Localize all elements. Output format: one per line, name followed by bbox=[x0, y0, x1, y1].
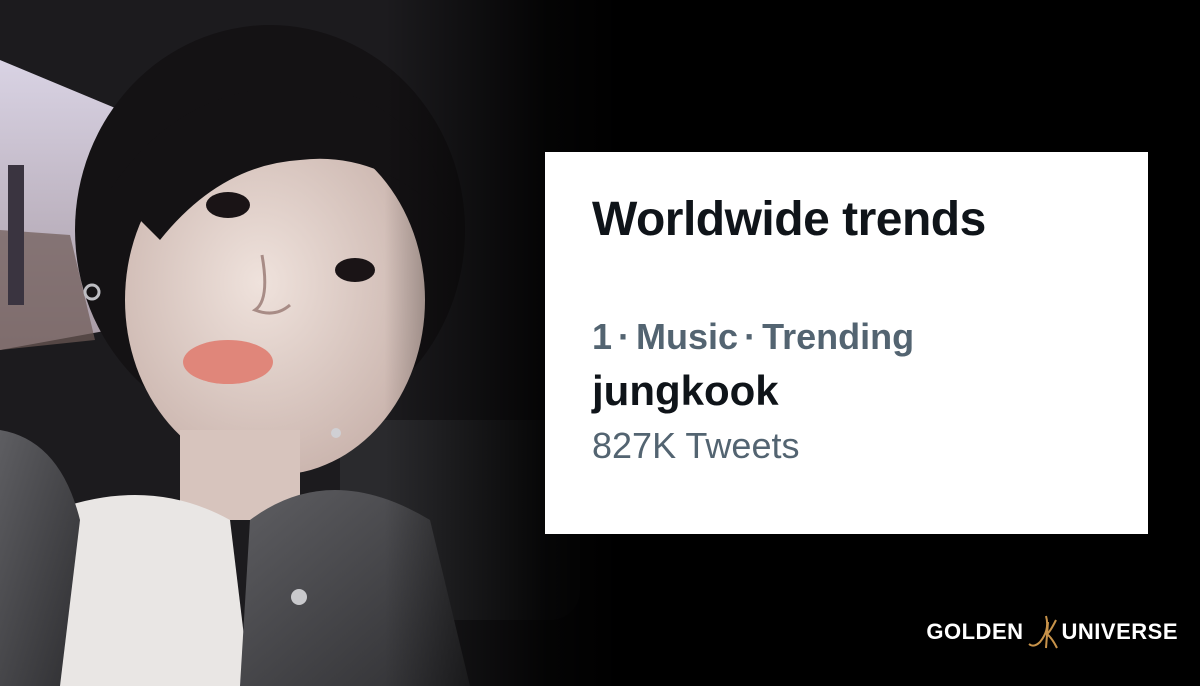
meta-separator: · bbox=[618, 316, 631, 358]
meta-separator: · bbox=[744, 316, 757, 358]
trend-category: Music bbox=[636, 316, 739, 358]
trend-status: Trending bbox=[762, 316, 915, 358]
portrait-illustration bbox=[0, 0, 620, 686]
trend-card: Worldwide trends 1 · Music · Trending jungko… bbox=[545, 152, 1148, 534]
trend-rank: 1 bbox=[592, 316, 613, 358]
card-title: Worldwide trends bbox=[592, 193, 986, 246]
portrait-photo bbox=[0, 0, 620, 686]
watermark-logo: GOLDEN UNIVERSE bbox=[926, 612, 1178, 652]
trend-name: jungkook bbox=[592, 366, 779, 414]
trend-meta: 1 · Music · Trending bbox=[592, 317, 1148, 357]
watermark-left-text: GOLDEN bbox=[926, 619, 1024, 644]
jk-monogram-icon bbox=[1027, 615, 1058, 649]
trend-tweet-count: 827K Tweets bbox=[592, 425, 800, 467]
watermark-right-text: UNIVERSE bbox=[1061, 619, 1178, 644]
